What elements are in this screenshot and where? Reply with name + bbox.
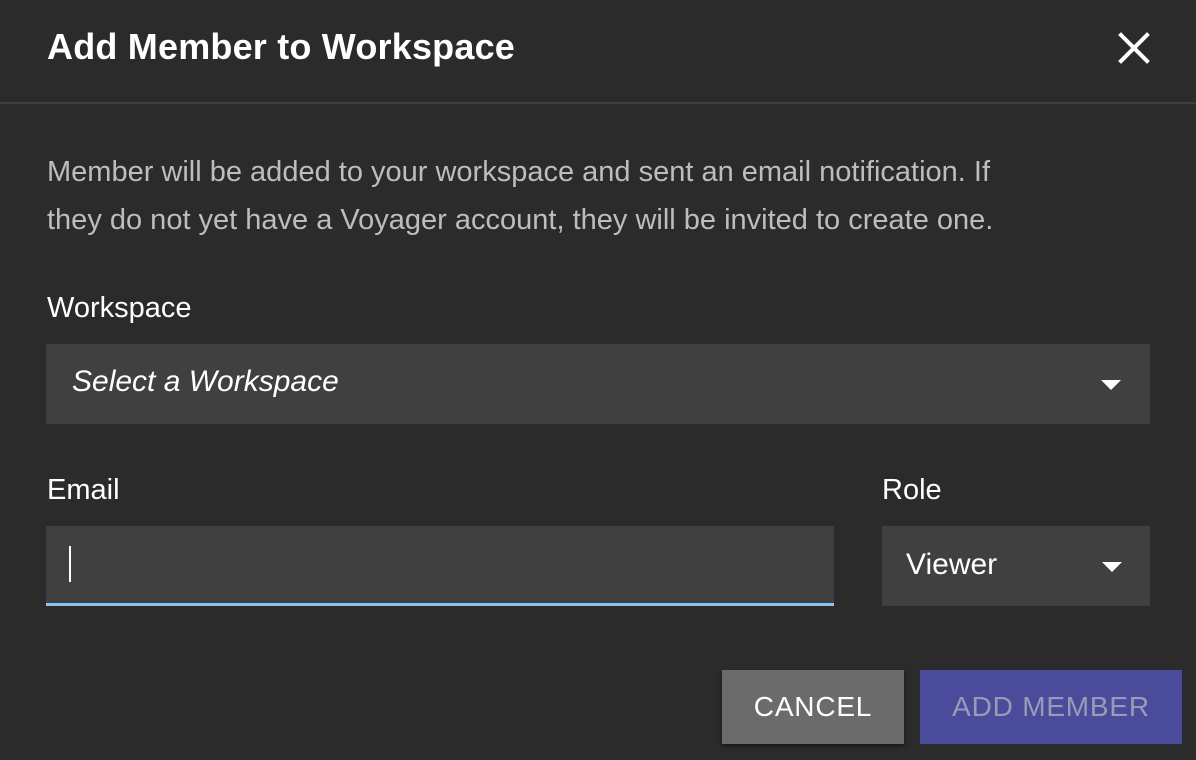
email-label: Email xyxy=(47,474,120,506)
workspace-select-value: Select a Workspace xyxy=(72,365,339,398)
email-field[interactable] xyxy=(46,526,834,603)
dialog-description: Member will be added to your workspace a… xyxy=(47,148,1147,244)
role-label: Role xyxy=(882,474,942,506)
cancel-button[interactable]: CANCEL xyxy=(722,670,904,744)
workspace-label: Workspace xyxy=(47,292,192,324)
add-member-button[interactable]: ADD MEMBER xyxy=(920,670,1182,744)
close-button[interactable] xyxy=(1112,26,1156,70)
dialog-header: Add Member to Workspace xyxy=(0,0,1196,104)
email-field-container xyxy=(46,526,834,606)
role-select-value: Viewer xyxy=(906,548,998,581)
text-cursor xyxy=(69,546,71,582)
add-member-dialog: Add Member to Workspace Member will be a… xyxy=(0,0,1196,760)
description-line-2: they do not yet have a Voyager account, … xyxy=(47,204,994,236)
dialog-title: Add Member to Workspace xyxy=(47,26,516,67)
workspace-select[interactable]: Select a Workspace xyxy=(46,344,1150,424)
caret-down-icon xyxy=(1102,562,1122,572)
close-icon xyxy=(1118,32,1150,64)
caret-down-icon xyxy=(1101,380,1121,390)
description-line-1: Member will be added to your workspace a… xyxy=(47,156,990,188)
role-select[interactable]: Viewer xyxy=(882,526,1150,606)
